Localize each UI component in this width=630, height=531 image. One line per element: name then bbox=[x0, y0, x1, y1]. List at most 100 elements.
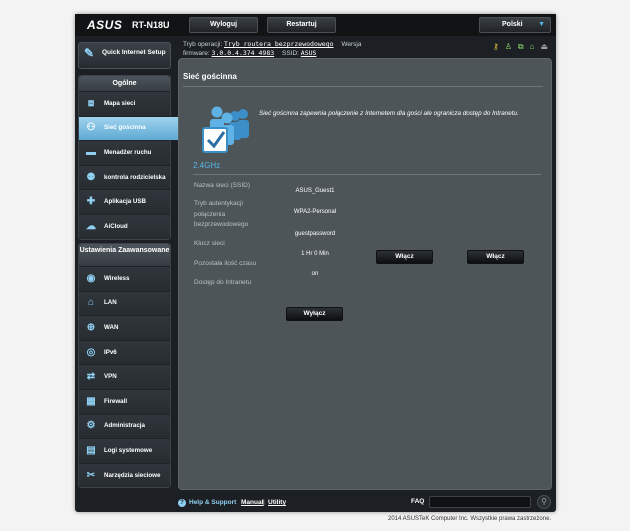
sidebar-item-firewall[interactable]: ▦ Firewall bbox=[79, 388, 170, 414]
sidebar-item-wan[interactable]: ⊕ WAN bbox=[79, 315, 170, 340]
router-frame: ASUS RT-N18U Wyloguj Restartuj Polski ▼ … bbox=[75, 14, 556, 512]
guest-network-illustration-icon bbox=[202, 106, 249, 153]
network-key-label: Klucz sieci bbox=[194, 240, 225, 247]
sidebar-item-label: Logi systemowe bbox=[104, 446, 153, 454]
clients-icon[interactable]: ⧉ bbox=[518, 43, 524, 51]
ssid-link[interactable]: ASUS bbox=[301, 49, 317, 57]
sidebar-item-network-map[interactable]: ⧈ Mapa sieci bbox=[79, 91, 170, 116]
nav-advanced: Ustawienia Zaawansowane ◉ Wireless ⌂ LAN… bbox=[78, 243, 171, 489]
lan-icon: ⌂ bbox=[87, 297, 95, 309]
admin-icon: ⚙ bbox=[86, 420, 96, 432]
guest1-disable-button[interactable]: Wyłącz bbox=[286, 307, 343, 321]
guest1-intranet: on bbox=[311, 271, 319, 277]
sidebar-item-label: Firewall bbox=[104, 397, 128, 405]
intranet-access-label: Dostęp do Intranetu bbox=[194, 279, 252, 286]
sidebar-item-label: IPv6 bbox=[104, 348, 117, 356]
sidebar-item-vpn[interactable]: ⇄ VPN bbox=[79, 364, 170, 389]
sidebar-item-label: Menadżer ruchu bbox=[104, 148, 152, 156]
bottom-bar: ? Help & Support Manual | Utility FAQ ⚲ bbox=[75, 492, 556, 512]
network-name-label: Nazwa sieci (SSID) bbox=[194, 182, 250, 189]
cloud-icon: ☁ bbox=[86, 220, 96, 232]
help-support: ? Help & Support bbox=[178, 499, 236, 507]
nav-general-title: Ogólne bbox=[79, 76, 170, 91]
sidebar-item-parental-control[interactable]: ⚉ kontrola rodzicielska bbox=[79, 164, 170, 190]
content-panel: Sieć gościnna Sieć gościnna zapewnia poł… bbox=[178, 58, 552, 490]
wand-icon: ✎ bbox=[84, 46, 95, 60]
nav-general: Ogólne ⧈ Mapa sieci ⚇ Sieć gościnna ▬ Me… bbox=[78, 75, 179, 240]
guest1-ssid: ASUS_Guest1 bbox=[295, 188, 335, 194]
guest-network-icon: ⚇ bbox=[86, 122, 96, 134]
nav-advanced-title: Ustawienia Zaawansowane bbox=[79, 244, 170, 266]
restart-button[interactable]: Restartuj bbox=[267, 17, 336, 33]
manual-link[interactable]: Manual bbox=[241, 499, 263, 506]
sidebar-item-wireless[interactable]: ◉ Wireless bbox=[79, 266, 170, 291]
guest-network-description: Sieć gościnna zapewnia połączenie z Inte… bbox=[259, 110, 519, 117]
usb-status-icon[interactable]: ⏏ bbox=[540, 43, 548, 51]
sidebar-item-guest-network[interactable]: ⚇ Sieć gościnna bbox=[79, 115, 179, 141]
footer-separator: | bbox=[263, 499, 265, 506]
sidebar-item-label: LAN bbox=[104, 299, 117, 307]
traffic-manager-icon: ▬ bbox=[86, 146, 96, 158]
sidebar-item-lan[interactable]: ⌂ LAN bbox=[79, 290, 170, 316]
user-icon[interactable]: ♙ bbox=[505, 43, 512, 51]
sidebar-item-network-tools[interactable]: ✂ Narzędzia sieciowe bbox=[79, 462, 170, 488]
faq-label: FAQ bbox=[411, 498, 425, 505]
parental-control-icon: ⚉ bbox=[86, 171, 96, 183]
help-icon: ? bbox=[178, 499, 186, 507]
network-tools-icon: ✂ bbox=[86, 469, 96, 481]
wan-icon: ⊕ bbox=[86, 321, 96, 333]
sidebar-item-label: kontrola rodzicielska bbox=[104, 173, 166, 181]
sidebar-item-system-log[interactable]: ▤ Logi systemowe bbox=[79, 438, 170, 463]
logout-button[interactable]: Wyloguj bbox=[189, 17, 258, 33]
utility-link[interactable]: Utility bbox=[268, 499, 286, 506]
vpn-icon: ⇄ bbox=[86, 371, 96, 383]
sidebar-item-label: AiCloud bbox=[104, 222, 128, 230]
ssid-label: SSID: bbox=[281, 50, 299, 57]
sidebar-item-label: Mapa sieci bbox=[104, 99, 136, 107]
usb-icon: ✚ bbox=[86, 196, 96, 208]
asus-logo: ASUS bbox=[87, 18, 123, 32]
sidebar-item-administration[interactable]: ⚙ Administracja bbox=[79, 413, 170, 439]
sidebar-item-ipv6[interactable]: ◎ IPv6 bbox=[79, 339, 170, 365]
sidebar-item-label: WAN bbox=[104, 323, 119, 331]
internet-status-icon[interactable]: ⌂ bbox=[530, 43, 535, 51]
guest2-enable-button[interactable]: Włącz bbox=[376, 250, 433, 264]
sidebar-item-label: Sieć gościnna bbox=[104, 124, 146, 132]
sidebar-item-aicloud[interactable]: ☁ AiCloud bbox=[79, 213, 170, 239]
sidebar-item-label: Administracja bbox=[104, 422, 145, 430]
ipv6-icon: ◎ bbox=[86, 346, 96, 358]
firmware-label: firmware: bbox=[183, 50, 210, 57]
band-divider bbox=[193, 174, 541, 175]
status-icons: ⚷ ♙ ⧉ ⌂ ⏏ bbox=[493, 43, 548, 51]
network-map-icon: ⧈ bbox=[87, 97, 95, 109]
chevron-down-icon: ▼ bbox=[538, 21, 545, 28]
syslog-icon: ▤ bbox=[86, 444, 96, 456]
faq-search-input[interactable] bbox=[429, 496, 531, 508]
band-label: 2.4GHz bbox=[193, 161, 221, 170]
model-name: RT-N18U bbox=[132, 20, 170, 30]
sidebar-item-traffic-manager[interactable]: ▬ Menadżer ruchu bbox=[79, 140, 170, 165]
search-icon[interactable]: ⚲ bbox=[537, 495, 551, 509]
help-label: Help & Support bbox=[189, 499, 237, 506]
op-mode-link[interactable]: Tryb routera bezprzewodowego bbox=[224, 40, 334, 48]
guest3-enable-button[interactable]: Włącz bbox=[467, 250, 524, 264]
top-bar: ASUS RT-N18U Wyloguj Restartuj Polski ▼ bbox=[75, 14, 556, 36]
guest1-time: 1 Hr 0 Min bbox=[301, 251, 329, 257]
page-title: Sieć gościnna bbox=[183, 72, 237, 81]
quick-internet-setup-button[interactable]: ✎ Quick Internet Setup bbox=[78, 42, 171, 69]
wireless-icon: ◉ bbox=[86, 272, 96, 284]
sidebar-item-label: Wireless bbox=[104, 274, 130, 282]
sidebar-item-usb-application[interactable]: ✚ Aplikacja USB bbox=[79, 189, 170, 214]
version-label: Wersja bbox=[341, 41, 362, 48]
language-select[interactable]: Polski ▼ bbox=[479, 17, 551, 33]
copyright: 2014 ASUSTeK Computer Inc. Wszystkie pra… bbox=[388, 516, 552, 522]
sidebar-item-label: Aplikacja USB bbox=[104, 198, 146, 206]
firmware-link[interactable]: 3.0.0.4.374_4983 bbox=[212, 49, 275, 57]
time-remaining-label: Pozostała ilość czasu bbox=[194, 260, 257, 267]
key-icon[interactable]: ⚷ bbox=[493, 43, 499, 51]
guest1-key: guestpassword bbox=[294, 231, 336, 237]
title-divider bbox=[183, 86, 543, 87]
sidebar-item-label: Narzędzia sieciowe bbox=[104, 471, 161, 479]
language-value: Polski bbox=[502, 21, 523, 28]
auth-mode-label: Tryb autentykacji połączenia bezprzewodo… bbox=[194, 200, 249, 228]
